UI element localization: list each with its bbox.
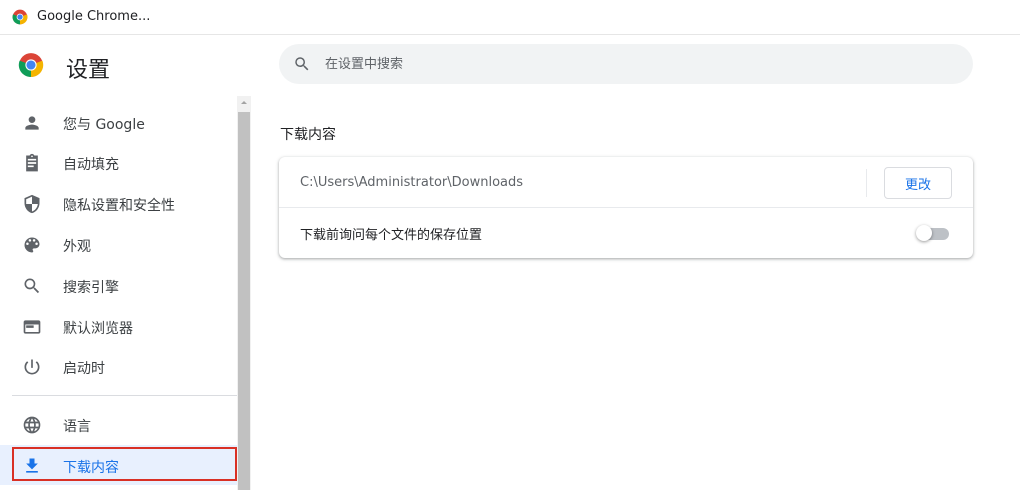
sidebar-item-appearance[interactable]: 外观 — [0, 224, 237, 264]
sidebar-item-privacy-security[interactable]: 隐私设置和安全性 — [0, 183, 237, 223]
window-title: Google Chrome... — [37, 9, 151, 24]
search-icon — [22, 276, 42, 296]
person-icon — [22, 113, 42, 133]
settings-search-box[interactable] — [279, 44, 973, 84]
search-icon — [295, 57, 309, 71]
chrome-logo-icon — [12, 9, 28, 25]
sidebar-item-default-browser[interactable]: 默认浏览器 — [0, 306, 237, 346]
sidebar-item-label: 启动时 — [63, 361, 105, 377]
sidebar-item-you-and-google[interactable]: 您与 Google — [0, 102, 237, 142]
page-title: 设置 — [66, 58, 111, 83]
sidebar-item-search-engine[interactable]: 搜索引擎 — [0, 265, 237, 305]
download-location-path: C:\Users\Administrator\Downloads — [300, 175, 524, 190]
download-icon — [22, 456, 42, 476]
scroll-up-arrow-icon[interactable] — [237, 96, 251, 110]
ask-where-to-save-label: 下载前询问每个文件的保存位置 — [300, 228, 483, 243]
shield-icon — [22, 194, 42, 214]
downloads-settings-card: C:\Users\Administrator\Downloads 更改 下载前询… — [279, 157, 973, 258]
toggle-knob — [916, 225, 932, 241]
sidebar-item-label: 隐私设置和安全性 — [63, 198, 175, 214]
sidebar-item-label: 您与 Google — [63, 117, 145, 133]
ask-where-to-save-row[interactable]: 下载前询问每个文件的保存位置 — [279, 208, 973, 258]
sidebar-item-label: 搜索引擎 — [63, 280, 119, 296]
palette-icon — [22, 235, 42, 255]
clipboard-icon — [22, 153, 42, 173]
sidebar-item-label: 下载内容 — [63, 460, 119, 476]
sidebar-item-label: 自动填充 — [63, 157, 119, 173]
browser-icon — [22, 317, 42, 337]
scrollbar-thumb[interactable] — [238, 112, 250, 490]
sidebar-nav: 您与 Google 自动填充 隐私设置和安全性 外观 搜索引擎 默认浏览器 启动… — [0, 96, 237, 490]
change-location-button[interactable]: 更改 — [884, 167, 952, 199]
ask-where-to-save-toggle[interactable] — [916, 225, 950, 241]
globe-icon — [22, 415, 42, 435]
sidebar-item-autofill[interactable]: 自动填充 — [0, 142, 237, 182]
sidebar-divider — [12, 395, 237, 396]
power-icon — [22, 357, 42, 377]
search-input[interactable] — [325, 44, 925, 84]
section-title: 下载内容 — [280, 127, 336, 143]
chrome-logo-icon — [18, 53, 44, 77]
download-location-row: C:\Users\Administrator\Downloads 更改 — [279, 157, 973, 208]
row-separator — [866, 169, 867, 197]
sidebar-item-downloads[interactable]: 下载内容 — [0, 445, 237, 485]
sidebar-item-label: 语言 — [63, 419, 91, 435]
sidebar-item-on-startup[interactable]: 启动时 — [0, 346, 237, 386]
sidebar-item-languages[interactable]: 语言 — [0, 404, 237, 444]
sidebar-item-label: 默认浏览器 — [63, 321, 133, 337]
sidebar-item-label: 外观 — [63, 239, 91, 255]
window-titlebar: Google Chrome... — [0, 0, 1020, 35]
